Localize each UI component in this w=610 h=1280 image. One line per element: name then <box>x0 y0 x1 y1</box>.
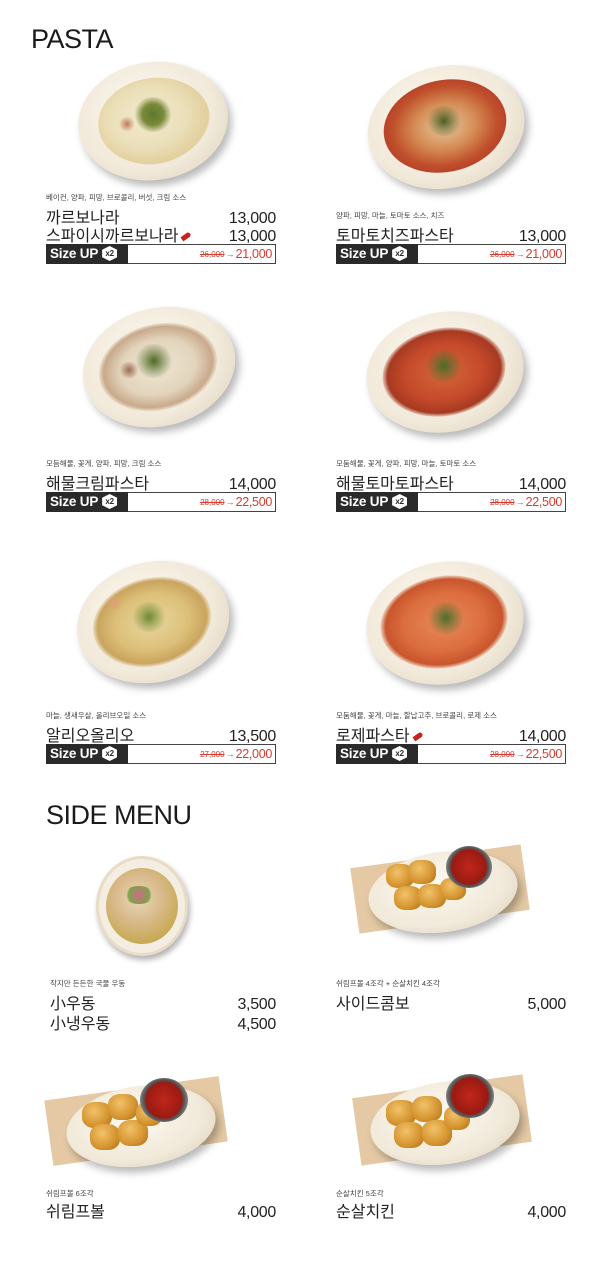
food-photo-boneless-chicken <box>352 1066 532 1175</box>
size-up-bar: Size UP x2 28,000 → 22,500 <box>336 743 566 764</box>
size-up-new-price: 22,000 <box>235 747 273 761</box>
food-photo-seafood-cream-pasta <box>70 291 248 443</box>
arrow-right-icon: → <box>515 749 525 759</box>
size-up-badge: Size UP x2 <box>46 743 128 764</box>
item-price: 4,000 <box>237 1204 276 1221</box>
item-name: 小냉우동 <box>50 1016 111 1033</box>
menu-line: 로제파스타 14,000 <box>336 722 566 745</box>
menu-line: 小우동 3,500 <box>50 990 276 1013</box>
menu-line: 쉬림프볼 4,000 <box>46 1198 276 1221</box>
size-up-badge: Size UP x2 <box>336 743 418 764</box>
item-name: 해물토마토파스타 <box>336 476 454 493</box>
menu-line: 해물크림파스타 14,000 <box>46 470 276 493</box>
size-up-new-price: 22,500 <box>235 495 273 509</box>
menu-line: 순살치킨 4,000 <box>336 1198 566 1221</box>
size-up-badge: Size UP x2 <box>336 243 418 264</box>
item-description: 모듬해물, 꽃게, 양파, 피망, 크림 소스 <box>46 459 162 468</box>
size-up-badge: Size UP x2 <box>46 243 128 264</box>
size-up-new-price: 21,000 <box>235 247 273 261</box>
item-name: 토마토치즈파스타 <box>336 228 454 245</box>
food-photo-udon <box>96 856 190 960</box>
x2-badge-icon: x2 <box>102 494 118 509</box>
food-photo-rose-pasta <box>356 549 534 697</box>
arrow-right-icon: → <box>225 497 235 507</box>
size-up-bar: Size UP x2 28,000 → 22,500 <box>336 491 566 512</box>
x2-badge-icon: x2 <box>102 746 118 761</box>
food-photo-carbonara <box>70 52 236 190</box>
food-photo-side-combo <box>350 838 532 943</box>
item-price: 4,500 <box>237 1016 276 1033</box>
x2-badge-icon: x2 <box>102 246 118 261</box>
size-up-old-price: 28,000 <box>490 497 515 507</box>
size-up-new-price: 22,500 <box>525 495 563 509</box>
item-price: 5,000 <box>527 996 566 1013</box>
size-up-badge: Size UP x2 <box>46 491 128 512</box>
arrow-right-icon: → <box>515 497 525 507</box>
menu-line: 알리오올리오 13,500 <box>46 722 276 745</box>
item-name: 사이드콤보 <box>336 996 410 1013</box>
chili-pepper-icon <box>180 231 193 242</box>
menu-line: 스파이시까르보나라 13,000 <box>46 222 276 245</box>
item-name: 순살치킨 <box>336 1204 395 1221</box>
menu-line: 해물토마토파스타 14,000 <box>336 470 566 493</box>
item-name: 로제파스타 <box>336 728 410 745</box>
arrow-right-icon: → <box>225 249 235 259</box>
item-description: 작지만 든든한 국물 우동 <box>50 979 126 988</box>
item-description: 베이컨, 양파, 피망, 브로콜리, 버섯, 크림 소스 <box>46 193 187 202</box>
menu-line: 토마토치즈파스타 13,000 <box>336 222 566 245</box>
size-up-bar: Size UP x2 26,000 → 21,000 <box>46 243 276 264</box>
size-up-old-price: 26,000 <box>200 249 225 259</box>
menu-line: 까르보나라 13,000 <box>46 204 276 227</box>
item-name: 쉬림프볼 <box>46 1204 105 1221</box>
item-name: 알리오올리오 <box>46 728 135 745</box>
item-name: 해물크림파스타 <box>46 476 150 493</box>
item-description: 양파, 피망, 마늘, 토마토 소스, 치즈 <box>336 211 445 220</box>
chili-pepper-icon <box>412 731 424 742</box>
menu-line: 사이드콤보 5,000 <box>336 990 566 1013</box>
size-up-old-price: 26,000 <box>490 249 515 259</box>
item-description: 모둠해물, 꽃게, 마늘, 할납고추, 브로콜리, 로제 소스 <box>336 711 497 720</box>
food-photo-tomato-cheese-pasta <box>356 50 536 204</box>
menu-line: 小냉우동 4,500 <box>50 1010 276 1033</box>
x2-badge-icon: x2 <box>392 494 408 509</box>
item-description: 모둠해물, 꽃게, 양파, 피망, 마늘, 토마토 소스 <box>336 459 477 468</box>
arrow-right-icon: → <box>515 249 525 259</box>
x2-badge-icon: x2 <box>392 246 408 261</box>
size-up-badge: Size UP x2 <box>336 491 418 512</box>
size-up-new-price: 21,000 <box>525 247 563 261</box>
item-price: 4,000 <box>527 1204 566 1221</box>
section-title-side-menu: SIDE MENU <box>46 800 192 830</box>
x2-badge-icon: x2 <box>392 746 408 761</box>
food-photo-seafood-tomato-pasta <box>356 299 534 445</box>
arrow-right-icon: → <box>225 749 235 759</box>
size-up-old-price: 28,000 <box>200 497 225 507</box>
food-photo-aglio-olio <box>63 545 243 699</box>
item-description: 쉬림프볼 4조각 + 순살치킨 4조각 <box>336 979 440 988</box>
size-up-old-price: 27,000 <box>200 749 225 759</box>
size-up-bar: Size UP x2 27,000 → 22,000 <box>46 743 276 764</box>
size-up-bar: Size UP x2 28,000 → 22,500 <box>46 491 276 512</box>
size-up-old-price: 28,000 <box>490 749 515 759</box>
item-name: 스파이시까르보나라 <box>46 228 179 245</box>
food-photo-shrimp-ball <box>44 1072 228 1177</box>
size-up-new-price: 22,500 <box>525 747 563 761</box>
size-up-bar: Size UP x2 26,000 → 21,000 <box>336 243 566 264</box>
item-description: 마늘, 생새우살, 올리브오일 소스 <box>46 711 147 720</box>
section-title-pasta: PASTA <box>31 24 114 54</box>
